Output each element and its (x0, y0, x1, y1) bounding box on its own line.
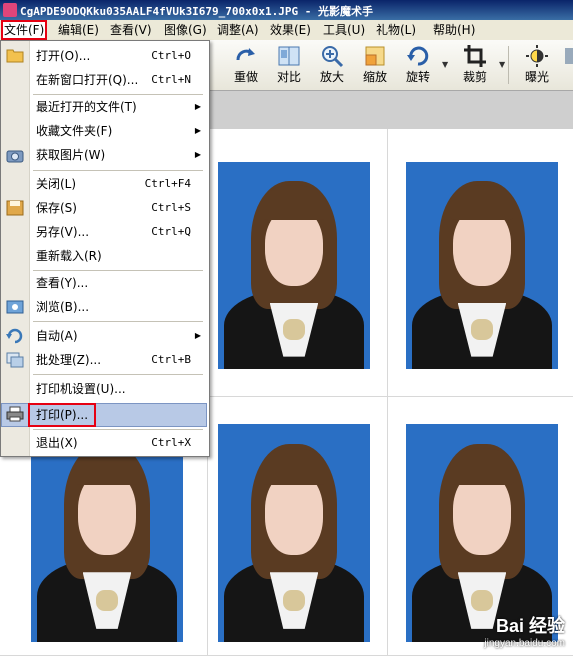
toolbar-separator (508, 46, 509, 84)
menu-item-view[interactable]: 查看(Y)... (29, 272, 207, 294)
watermark-brand: Bai 经验 (495, 616, 565, 636)
menu-item-acquire-image[interactable]: 获取图片(W) ▶ (29, 144, 207, 166)
exposure-label: 曝光 (524, 70, 549, 84)
portrait-photo (218, 424, 370, 642)
submenu-arrow-icon: ▶ (194, 102, 201, 111)
crop-button[interactable]: 裁剪 (453, 40, 497, 90)
portrait-photo (406, 162, 558, 369)
exposure-icon (526, 45, 548, 67)
rotate-label: 旋转 (405, 70, 430, 84)
menu-item-close[interactable]: 关闭(L) Ctrl+F4 (29, 173, 207, 195)
redo-label: 重做 (233, 70, 258, 84)
crop-dropdown-arrow[interactable]: ▼ (499, 60, 505, 69)
photo-cell (208, 129, 388, 397)
menu-image[interactable]: 图像(G) (164, 22, 207, 38)
menu-item-auto[interactable]: 自动(A) ▶ (29, 325, 207, 347)
menu-gifts[interactable]: 礼物(L) (376, 22, 416, 38)
menu-item-batch[interactable]: 批处理(Z)... Ctrl+B (29, 349, 207, 371)
watermark: Bai 经验 jingyan.baidu.com (484, 612, 565, 649)
menu-effects[interactable]: 效果(E) (270, 22, 311, 38)
window-title: CgAPDE9ODQKku035AALF4fVUk3I679_700x0x1.J… (20, 5, 374, 18)
crop-label: 裁剪 (462, 70, 487, 84)
menu-item-print[interactable]: 打印(P)... (28, 403, 96, 427)
menu-item-reload[interactable]: 重新载入(R) (29, 245, 207, 267)
portrait-photo (218, 162, 370, 369)
redo-button[interactable]: 重做 (224, 40, 268, 90)
menu-tools[interactable]: 工具(U) (323, 22, 365, 38)
zoom-in-label: 放大 (319, 70, 344, 84)
menu-item-save[interactable]: 保存(S) Ctrl+S (29, 197, 207, 219)
portrait-photo (406, 424, 558, 642)
submenu-arrow-icon: ▶ (194, 126, 201, 135)
menu-edit[interactable]: 编辑(E) (58, 22, 99, 38)
menu-separator (33, 170, 203, 171)
menu-item-recent-files[interactable]: 最近打开的文件(T) ▶ (29, 96, 207, 118)
open-folder-icon (6, 49, 24, 63)
photo-cell (388, 129, 573, 397)
file-menu-dropdown: 打开(O)... Ctrl+O 在新窗口打开(Q)... Ctrl+N 最近打开的文… (0, 40, 210, 457)
exposure-button[interactable]: 曝光 (515, 40, 559, 90)
rotate-dropdown-arrow[interactable]: ▼ (442, 60, 448, 69)
printer-icon (6, 406, 24, 422)
camera-icon (6, 150, 24, 163)
menu-separator (33, 270, 203, 271)
batch-process-icon (6, 352, 24, 368)
compare-button[interactable]: 对比 (267, 40, 311, 90)
compare-label: 对比 (276, 70, 301, 84)
menu-item-browse[interactable]: 浏览(B)... (29, 296, 207, 318)
submenu-arrow-icon: ▶ (194, 331, 201, 340)
menu-adjust[interactable]: 调整(A) (217, 22, 259, 38)
watermark-url: jingyan.baidu.com (484, 638, 565, 649)
partial-tool-icon (565, 48, 573, 64)
zoom-in-icon (322, 46, 344, 68)
submenu-arrow-icon: ▶ (194, 150, 201, 159)
menu-view[interactable]: 查看(V) (110, 22, 152, 38)
save-disk-icon (6, 200, 24, 216)
zoom-in-button[interactable]: 放大 (310, 40, 354, 90)
menu-item-open[interactable]: 打开(O)... Ctrl+O (29, 45, 207, 67)
resize-icon (365, 46, 385, 66)
app-icon (3, 3, 17, 17)
menu-icon-gutter (1, 41, 30, 456)
menu-help[interactable]: 帮助(H) (433, 22, 475, 38)
menu-file[interactable]: 文件(F) (1, 20, 48, 40)
menu-item-printer-setup[interactable]: 打印机设置(U)... (29, 378, 207, 400)
menu-item-open-new-window[interactable]: 在新窗口打开(Q)... Ctrl+N (29, 69, 207, 91)
resize-button[interactable]: 缩放 (353, 40, 397, 90)
browse-icon (6, 300, 24, 314)
menu-separator (33, 321, 203, 322)
resize-label: 缩放 (362, 70, 387, 84)
auto-refresh-icon (6, 328, 23, 344)
menu-separator (33, 374, 203, 375)
compare-icon (278, 46, 300, 66)
menu-item-save-as[interactable]: 另存(V)... Ctrl+Q (29, 221, 207, 243)
menu-item-exit[interactable]: 退出(X) Ctrl+X (29, 432, 207, 454)
rotate-button[interactable]: 旋转 (396, 40, 440, 90)
rotate-icon (407, 46, 429, 66)
photo-cell (208, 397, 388, 656)
menu-separator (33, 429, 203, 430)
crop-icon (464, 45, 486, 67)
redo-icon (236, 48, 255, 61)
menu-bar: 文件(F) 编辑(E) 查看(V) 图像(G) 调整(A) 效果(E) 工具(U… (0, 20, 573, 41)
menu-item-favorite-folders[interactable]: 收藏文件夹(F) ▶ (29, 120, 207, 142)
title-bar: CgAPDE9ODQKku035AALF4fVUk3I679_700x0x1.J… (0, 0, 573, 20)
overflow-tool-button[interactable] (561, 40, 573, 90)
menu-separator (33, 94, 203, 95)
